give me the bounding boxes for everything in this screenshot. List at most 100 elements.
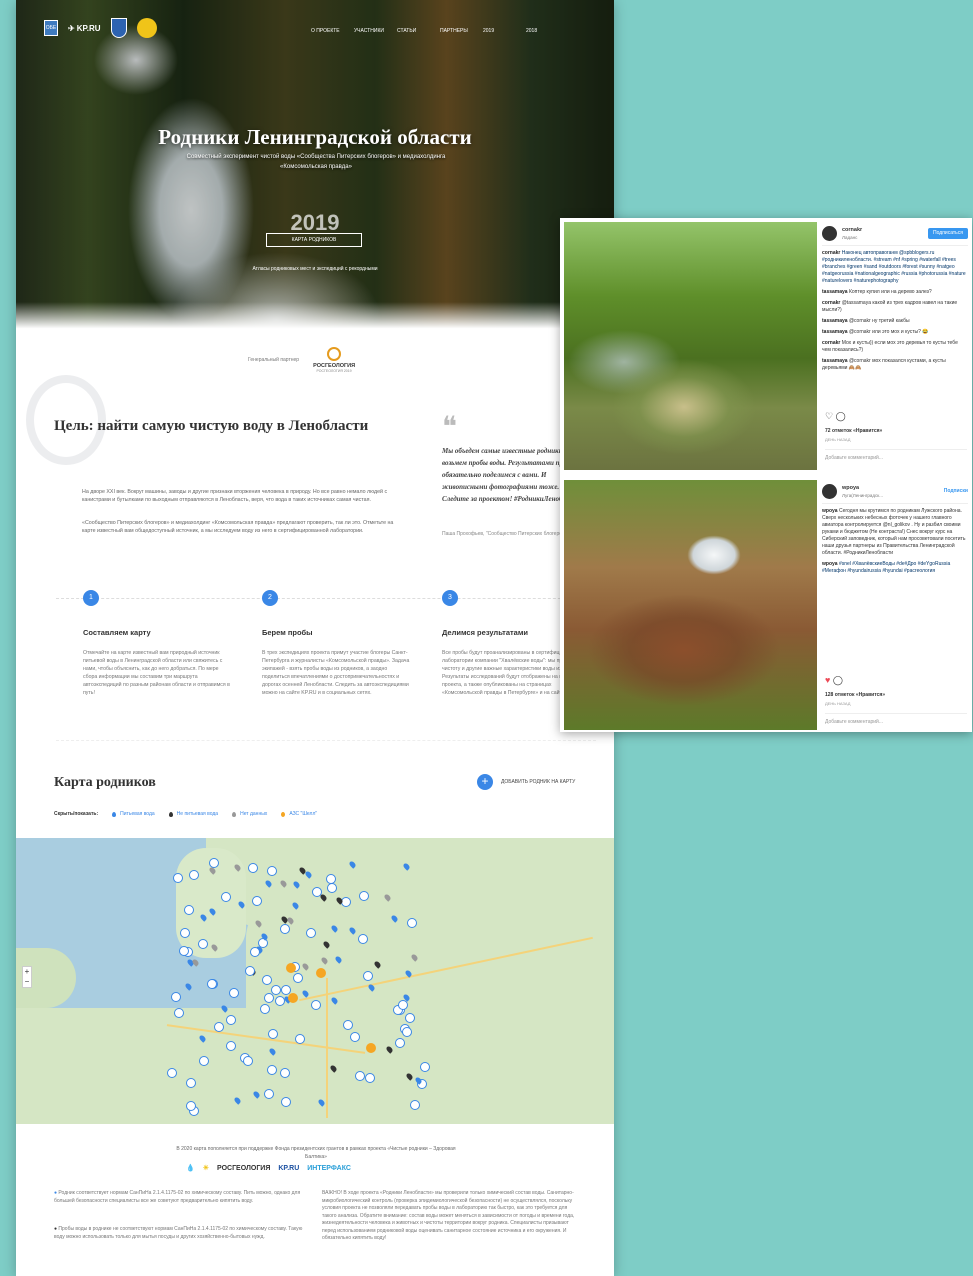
heart-outline-icon[interactable]: ♡ (825, 411, 833, 421)
map-marker[interactable] (180, 928, 190, 938)
map-marker[interactable] (402, 1027, 412, 1037)
location[interactable]: Ладанс (842, 234, 862, 241)
map-marker[interactable] (186, 1078, 196, 1088)
post-photo-stream[interactable] (564, 222, 817, 470)
map-marker[interactable] (358, 934, 368, 944)
map-marker[interactable] (186, 1101, 196, 1111)
filter-no-data[interactable]: Нет данных (232, 811, 267, 817)
map-marker[interactable] (398, 1000, 408, 1010)
hero-link[interactable]: Атласы родниковых мест и экспедиций с ре… (16, 266, 614, 272)
map-marker[interactable] (226, 1015, 236, 1025)
rosgeo-logo[interactable]: РОСГЕОЛОГИЯ РОСГЕОЛОГИЯ 2019 (313, 347, 355, 373)
kp-logo[interactable]: ✈ KP.RU (68, 24, 101, 33)
map-marker[interactable] (262, 975, 272, 985)
map-marker[interactable] (267, 866, 277, 876)
map-marker[interactable] (174, 1008, 184, 1018)
map-marker[interactable] (410, 1100, 420, 1110)
zoom-control[interactable]: + − (22, 966, 32, 988)
zoom-in-button[interactable]: + (23, 967, 31, 977)
map-marker[interactable] (326, 874, 336, 884)
map-marker[interactable] (268, 1029, 278, 1039)
shell-station-marker[interactable] (286, 963, 296, 973)
map-marker[interactable] (184, 982, 193, 991)
map-marker[interactable] (281, 1097, 291, 1107)
nav-articles[interactable]: СТАТЬИ (397, 28, 440, 34)
comment-icon[interactable]: ◯ (833, 675, 843, 685)
heart-filled-icon[interactable]: ♥ (825, 675, 830, 685)
map-marker[interactable] (191, 958, 200, 967)
map-marker[interactable] (171, 992, 181, 1002)
map-marker[interactable] (221, 892, 231, 902)
map-marker[interactable] (407, 918, 417, 928)
springs-map[interactable]: + − (16, 838, 614, 1124)
comment-icon[interactable]: ◯ (836, 411, 846, 421)
map-marker[interactable] (264, 1089, 274, 1099)
interfax-footer-logo[interactable]: ИНТЕРФАКС (307, 1165, 351, 1172)
map-marker[interactable] (350, 1032, 360, 1042)
map-marker[interactable] (248, 863, 258, 873)
map-marker[interactable] (167, 1068, 177, 1078)
post-2-likes[interactable]: 128 отметок «Нравится» (825, 692, 885, 698)
map-marker[interactable] (209, 858, 219, 868)
map-marker[interactable] (207, 979, 217, 989)
following-button[interactable]: Подписки (944, 488, 968, 495)
map-marker[interactable] (173, 873, 183, 883)
map-marker[interactable] (179, 946, 189, 956)
map-marker[interactable] (243, 1056, 253, 1066)
map-button[interactable]: КАРТА РОДНИКОВ (266, 233, 362, 247)
map-marker[interactable] (280, 1068, 290, 1078)
map-marker[interactable] (365, 1073, 375, 1083)
shell-station-marker[interactable] (288, 993, 298, 1003)
map-marker[interactable] (226, 1041, 236, 1051)
avatar[interactable] (822, 226, 837, 241)
map-marker[interactable] (214, 1022, 224, 1032)
post-photo-car[interactable] (564, 480, 817, 730)
map-marker[interactable] (229, 988, 239, 998)
map-marker[interactable] (260, 1004, 270, 1014)
map-marker[interactable] (395, 1038, 405, 1048)
nav-2018[interactable]: 2018 (526, 28, 569, 34)
post-2-add-comment[interactable]: Добавьте комментарий... (825, 713, 967, 725)
map-marker[interactable] (405, 1013, 415, 1023)
map-marker[interactable] (252, 896, 262, 906)
map-marker[interactable] (245, 966, 255, 976)
obe-logo[interactable]: ОБЕ (44, 20, 58, 36)
zoom-out-button[interactable]: − (23, 977, 31, 987)
username[interactable]: wpoya (842, 485, 883, 492)
map-marker[interactable] (306, 928, 316, 938)
map-marker[interactable] (420, 1062, 430, 1072)
map-marker[interactable] (295, 1034, 305, 1044)
nav-about[interactable]: О ПРОЕКТЕ (311, 28, 354, 34)
filter-shell[interactable]: АЗС "Шелл" (281, 811, 317, 817)
nav-partners[interactable]: ПАРТНЕРЫ (440, 28, 483, 34)
add-spring-button[interactable]: + ДОБАВИТЬ РОДНИК НА КАРТУ (477, 774, 575, 790)
map-marker[interactable] (343, 1020, 353, 1030)
map-marker[interactable] (184, 905, 194, 915)
map-marker[interactable] (267, 1065, 277, 1075)
shell-station-marker[interactable] (366, 1043, 376, 1053)
shell-station-marker[interactable] (316, 968, 326, 978)
map-marker[interactable] (189, 870, 199, 880)
location[interactable]: Луга(Ленинградск... (842, 492, 883, 499)
map-marker[interactable] (363, 971, 373, 981)
region-crest-icon[interactable] (110, 18, 127, 38)
post-1-likes[interactable]: 72 отметок «Нравится» (825, 428, 882, 434)
follow-button[interactable]: Подписаться (928, 228, 968, 239)
filter-drinkable[interactable]: Питьевая вода (112, 811, 155, 817)
map-marker[interactable] (327, 883, 337, 893)
map-marker[interactable] (355, 1071, 365, 1081)
map-marker[interactable] (264, 993, 274, 1003)
map-marker[interactable] (271, 985, 281, 995)
nav-2019[interactable]: 2019 (483, 28, 526, 34)
map-marker[interactable] (199, 1056, 209, 1066)
map-marker[interactable] (250, 947, 260, 957)
nav-participants[interactable]: УЧАСТНИКИ (354, 28, 397, 34)
avatar[interactable] (822, 484, 837, 499)
filter-not-drinkable[interactable]: Не питьевая вода (168, 811, 218, 817)
map-marker[interactable] (359, 891, 369, 901)
map-marker[interactable] (280, 924, 290, 934)
username[interactable]: cornakr (842, 227, 862, 234)
kp-footer-logo[interactable]: KP.RU (278, 1165, 299, 1172)
map-marker[interactable] (198, 939, 208, 949)
rosgeo-footer-logo[interactable]: РОСГЕОЛОГИЯ (217, 1165, 270, 1172)
